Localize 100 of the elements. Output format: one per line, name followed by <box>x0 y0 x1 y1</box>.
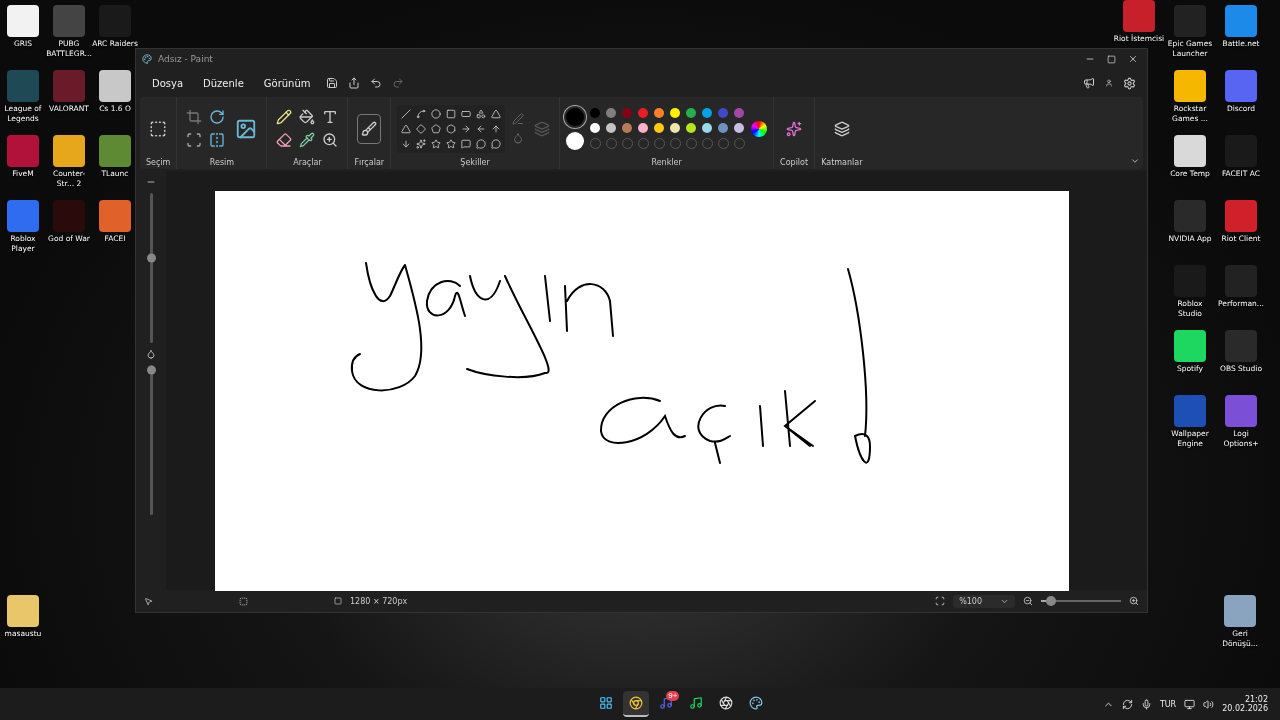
group-label: Seçim <box>146 158 171 167</box>
color-swatch[interactable] <box>590 123 601 133</box>
callout-icon[interactable] <box>461 138 472 149</box>
magnifier-icon[interactable] <box>322 132 339 148</box>
arrow-right-icon[interactable] <box>461 123 472 134</box>
zoom-in-icon[interactable] <box>1129 596 1139 606</box>
oval-icon[interactable] <box>431 108 442 119</box>
secondary-color-swatch[interactable] <box>566 131 585 150</box>
chevron-down-icon[interactable] <box>1130 156 1140 166</box>
polygon-icon[interactable] <box>476 108 487 119</box>
right-triangle-icon[interactable] <box>401 123 412 134</box>
color-swatch[interactable] <box>606 123 617 133</box>
user-icon[interactable] <box>1105 79 1113 87</box>
four-point-star-icon[interactable] <box>416 138 427 149</box>
color-swatch[interactable] <box>702 108 713 118</box>
slider-thumb[interactable] <box>146 365 156 374</box>
color-swatch[interactable] <box>702 123 713 133</box>
clock-time: 21:02 <box>1244 695 1268 704</box>
color-swatch[interactable] <box>686 108 697 118</box>
cursor-icon <box>144 596 153 606</box>
arrow-up-icon[interactable] <box>491 123 502 134</box>
flip-icon[interactable] <box>209 132 226 148</box>
brush-icon <box>361 120 378 137</box>
group-label: Araçlar <box>293 158 322 167</box>
triangle-icon[interactable] <box>491 108 502 119</box>
droplet-icon <box>146 349 156 359</box>
group-label: Fırçalar <box>354 158 385 167</box>
primary-color-swatch[interactable] <box>566 107 585 126</box>
language-indicator[interactable]: TUR <box>1159 699 1177 709</box>
image-icon[interactable] <box>235 117 258 140</box>
volume-icon[interactable] <box>1203 698 1215 710</box>
rectangle-icon[interactable] <box>446 108 457 119</box>
menu-item[interactable]: Dosya <box>144 73 192 93</box>
monitor-icon[interactable] <box>1184 698 1196 710</box>
size-slider[interactable] <box>149 193 153 343</box>
paint-bucket-icon[interactable] <box>299 109 316 125</box>
color-swatch[interactable] <box>670 123 681 133</box>
undo-icon[interactable] <box>369 77 382 89</box>
color-swatch[interactable] <box>606 108 617 118</box>
color-swatch[interactable] <box>654 123 665 133</box>
fit-to-window-icon[interactable] <box>935 596 946 606</box>
color-picker-icon[interactable] <box>299 132 316 148</box>
close-icon[interactable] <box>1128 54 1138 64</box>
color-swatch[interactable] <box>638 123 649 133</box>
browser-button[interactable] <box>623 691 650 717</box>
opacity-slider[interactable] <box>149 365 153 515</box>
group-label: Copilot <box>780 158 809 167</box>
sparkle-icon[interactable] <box>786 120 803 137</box>
text-icon[interactable] <box>322 109 339 125</box>
outline-icon[interactable] <box>512 113 525 125</box>
menu-item[interactable]: Düzenle <box>195 73 252 93</box>
crop-icon[interactable] <box>186 109 203 125</box>
zoom-dropdown[interactable]: %100 <box>953 594 1015 608</box>
arrow-left-icon[interactable] <box>476 123 487 134</box>
rounded-rectangle-icon[interactable] <box>461 108 472 119</box>
line-icon[interactable] <box>401 108 412 119</box>
resize-icon[interactable] <box>186 132 203 148</box>
settings-icon[interactable] <box>1123 76 1136 90</box>
layers-icon[interactable] <box>833 120 850 137</box>
sync-icon[interactable] <box>1121 698 1133 710</box>
microphone-icon[interactable] <box>1140 698 1152 710</box>
slider-thumb[interactable] <box>1045 596 1056 606</box>
diamond-icon[interactable] <box>416 123 427 134</box>
selection-icon[interactable] <box>149 119 168 138</box>
megaphone-icon[interactable] <box>1083 77 1095 89</box>
fill-icon[interactable] <box>512 132 525 144</box>
arrow-down-icon[interactable] <box>401 138 412 149</box>
brush-button[interactable] <box>357 113 382 144</box>
six-point-star-icon[interactable] <box>446 138 457 149</box>
notification-badge: 9+ <box>666 691 680 701</box>
color-swatch[interactable] <box>622 108 633 118</box>
color-swatch[interactable] <box>718 123 729 133</box>
color-swatch[interactable] <box>734 108 745 118</box>
oval-callout-icon[interactable] <box>476 138 487 149</box>
curve-icon[interactable] <box>416 108 427 119</box>
chat-app-button[interactable]: 9+ <box>653 691 680 717</box>
menu-item[interactable]: Görünüm <box>255 73 319 93</box>
color-swatch[interactable] <box>590 108 601 118</box>
color-swatch[interactable] <box>734 123 745 133</box>
pencil-icon[interactable] <box>276 109 293 125</box>
group-label: Renkler <box>651 158 682 167</box>
cloud-callout-icon[interactable] <box>491 138 502 149</box>
color-swatch[interactable] <box>654 108 665 118</box>
share-icon[interactable] <box>347 77 360 89</box>
rotate-icon[interactable] <box>209 109 226 125</box>
star-icon[interactable] <box>431 138 442 149</box>
hexagon-icon[interactable] <box>446 123 457 134</box>
color-wheel-icon[interactable] <box>751 120 768 137</box>
color-swatch[interactable] <box>622 123 633 133</box>
save-icon[interactable] <box>325 77 338 89</box>
color-swatch[interactable] <box>718 108 729 118</box>
redo-icon[interactable] <box>391 77 404 89</box>
color-swatch[interactable] <box>670 108 681 118</box>
pentagon-icon[interactable] <box>431 123 442 134</box>
eraser-icon[interactable] <box>276 132 293 148</box>
maximize-icon[interactable] <box>1107 54 1116 64</box>
slider-thumb[interactable] <box>146 253 156 262</box>
color-swatch[interactable] <box>638 108 649 118</box>
color-swatch[interactable] <box>686 123 697 133</box>
zoom-out-icon[interactable] <box>1023 596 1033 606</box>
